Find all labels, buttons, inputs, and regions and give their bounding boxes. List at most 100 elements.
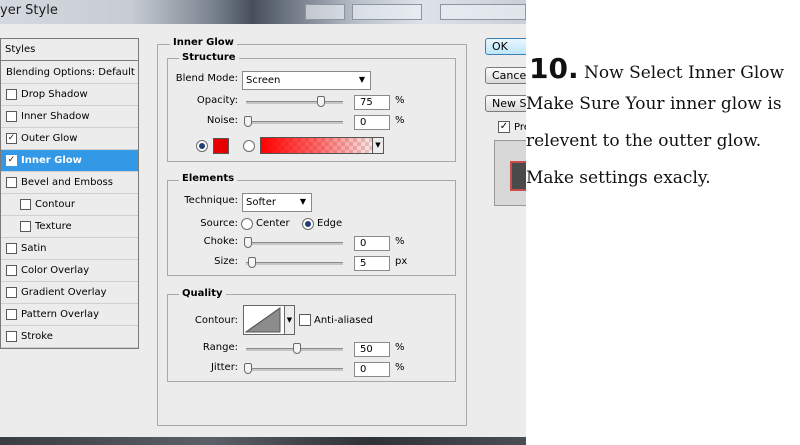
styles-header-label: Styles	[5, 44, 36, 55]
checkmark-icon: ✓	[7, 133, 16, 143]
style-item-label: Gradient Overlay	[21, 287, 107, 298]
style-item-blending-options-default[interactable]: Blending Options: Default	[1, 62, 138, 84]
style-item-label: Outer Glow	[21, 133, 78, 144]
style-checkbox[interactable]: ✓	[6, 155, 17, 166]
noise-slider-track[interactable]	[246, 121, 343, 124]
style-checkbox[interactable]	[6, 111, 17, 122]
opacity-input[interactable]: 75	[354, 95, 390, 110]
technique-label: Technique:	[184, 195, 238, 206]
cancel-button[interactable]: Cancel	[485, 67, 526, 84]
noise-unit: %	[395, 115, 405, 126]
style-item-outer-glow[interactable]: ✓ Outer Glow	[1, 128, 138, 150]
style-item-inner-shadow[interactable]: Inner Shadow	[1, 106, 138, 128]
elements-title: Elements	[179, 173, 238, 184]
ok-button[interactable]: OK	[485, 38, 526, 55]
style-item-satin[interactable]: Satin	[1, 238, 138, 260]
window-title: yer Style	[0, 3, 58, 18]
instruction-line-4: Make settings exacly.	[526, 168, 711, 188]
style-item-contour[interactable]: Contour	[1, 194, 138, 216]
style-checkbox[interactable]	[6, 287, 17, 298]
opacity-slider-track[interactable]	[246, 101, 343, 104]
style-checkbox[interactable]	[6, 265, 17, 276]
chevron-down-icon: ▼	[299, 197, 306, 206]
opacity-label: Opacity:	[196, 95, 238, 106]
choke-label: Choke:	[203, 236, 238, 247]
style-item-label: Stroke	[21, 331, 53, 342]
anti-aliased-checkbox[interactable]	[299, 314, 311, 326]
jitter-slider-track[interactable]	[246, 368, 343, 371]
style-item-texture[interactable]: Texture	[1, 216, 138, 238]
style-item-label: Texture	[35, 221, 72, 232]
jitter-label: Jitter:	[210, 362, 238, 373]
inner-glow-title: Inner Glow	[170, 37, 237, 48]
contour-linear-icon	[244, 307, 281, 333]
layer-style-dialog: yer Style Styles Blending Options: Defau…	[0, 0, 526, 445]
size-slider-thumb[interactable]	[248, 257, 256, 268]
style-checkbox[interactable]	[6, 331, 17, 342]
style-preview	[494, 140, 526, 206]
style-item-label: Pattern Overlay	[21, 309, 100, 320]
new-style-button[interactable]: New Style...	[485, 95, 526, 112]
jitter-slider-thumb[interactable]	[244, 363, 252, 374]
choke-slider-thumb[interactable]	[244, 237, 252, 248]
range-slider-thumb[interactable]	[292, 343, 301, 354]
preview-label: Preview	[514, 122, 526, 133]
chevron-down-icon[interactable]: ▼	[372, 138, 383, 153]
glow-gradient-picker[interactable]: ▼	[260, 137, 384, 154]
style-checkbox[interactable]	[6, 309, 17, 320]
style-item-pattern-overlay[interactable]: Pattern Overlay	[1, 304, 138, 326]
blend-mode-label: Blend Mode:	[175, 73, 238, 84]
style-checkbox[interactable]	[6, 177, 17, 188]
style-item-drop-shadow[interactable]: Drop Shadow	[1, 84, 138, 106]
source-center-radio[interactable]	[241, 218, 253, 230]
tutorial-note: 10. Now Select Inner Glow Make Sure Your…	[526, 0, 800, 445]
opacity-slider-thumb[interactable]	[316, 96, 325, 107]
style-checkbox[interactable]	[6, 89, 17, 100]
solid-color-radio[interactable]	[196, 140, 208, 152]
source-center-label: Center	[256, 218, 290, 229]
style-item-color-overlay[interactable]: Color Overlay	[1, 260, 138, 282]
jitter-input[interactable]: 0	[354, 362, 390, 377]
source-edge-radio[interactable]	[302, 218, 314, 230]
style-item-bevel-and-emboss[interactable]: Bevel and Emboss	[1, 172, 138, 194]
preview-checkbox[interactable]: ✓	[498, 121, 510, 133]
instruction-text-1: Now Select Inner Glow	[584, 63, 785, 83]
source-edge-label: Edge	[317, 218, 343, 229]
style-item-label: Blending Options: Default	[6, 67, 135, 78]
style-checkbox[interactable]	[20, 221, 31, 232]
noise-slider-thumb[interactable]	[244, 116, 252, 127]
style-item-stroke[interactable]: Stroke	[1, 326, 138, 348]
size-label: Size:	[214, 256, 238, 267]
technique-value: Softer	[246, 197, 276, 208]
style-item-label: Inner Glow	[21, 155, 82, 166]
blend-mode-select[interactable]: Screen ▼	[242, 71, 371, 90]
style-checkbox[interactable]	[20, 199, 31, 210]
size-input[interactable]: 5	[354, 256, 390, 271]
size-slider-track[interactable]	[246, 262, 343, 265]
style-checkbox[interactable]	[6, 243, 17, 254]
jitter-unit: %	[395, 362, 405, 373]
preview-swatch	[510, 161, 526, 191]
range-input[interactable]: 50	[354, 342, 390, 357]
structure-title: Structure	[179, 52, 239, 63]
style-checkbox[interactable]: ✓	[6, 133, 17, 144]
contour-picker[interactable]	[243, 305, 285, 335]
quality-title: Quality	[179, 288, 226, 299]
style-item-label: Bevel and Emboss	[21, 177, 113, 188]
chevron-down-icon[interactable]: ▼	[285, 305, 295, 335]
style-item-label: Satin	[21, 243, 47, 254]
contour-label: Contour:	[194, 315, 238, 326]
instruction-line-2: Make Sure Your inner glow is	[526, 94, 782, 114]
styles-header[interactable]: Styles	[1, 39, 138, 61]
style-item-inner-glow[interactable]: ✓ Inner Glow	[1, 150, 138, 172]
choke-slider-track[interactable]	[246, 242, 343, 245]
choke-input[interactable]: 0	[354, 236, 390, 251]
glow-color-swatch[interactable]	[213, 138, 229, 154]
gradient-radio[interactable]	[243, 140, 255, 152]
source-label: Source:	[200, 218, 238, 229]
style-item-gradient-overlay[interactable]: Gradient Overlay	[1, 282, 138, 304]
noise-input[interactable]: 0	[354, 115, 390, 130]
technique-select[interactable]: Softer ▼	[242, 193, 312, 212]
style-item-label: Inner Shadow	[21, 111, 90, 122]
noise-label: Noise:	[206, 115, 238, 126]
